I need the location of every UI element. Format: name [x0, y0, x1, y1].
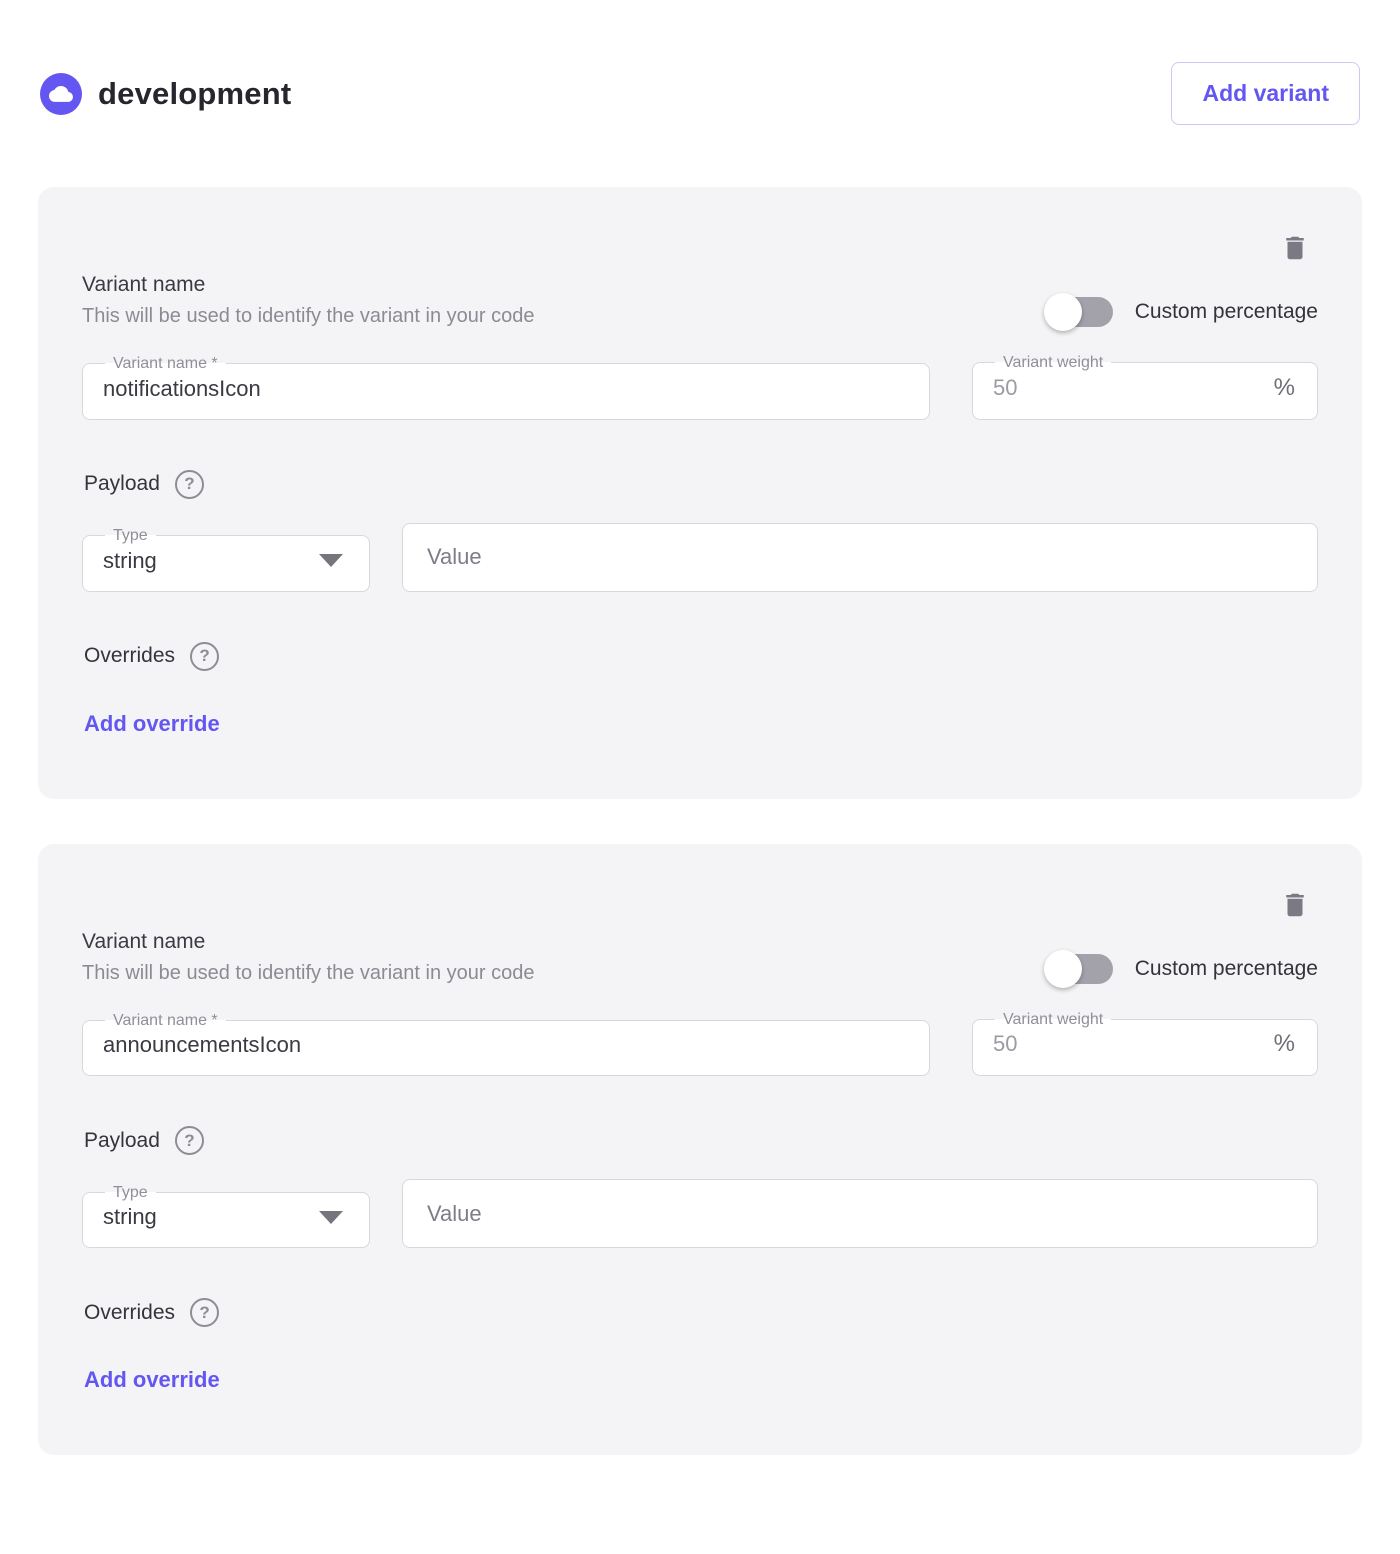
card-actions	[82, 233, 1310, 263]
payload-value-input[interactable]	[402, 523, 1318, 592]
variant-name-heading: Variant name	[82, 930, 534, 954]
variant-name-field: Variant name *	[82, 1012, 930, 1077]
variant-weight-inner: %	[989, 372, 1301, 419]
overrides-help-icon[interactable]: ?	[190, 1298, 219, 1327]
name-weight-row: Variant name * Variant weight %	[82, 1011, 1318, 1077]
variant-name-header: Variant name This will be used to identi…	[82, 273, 534, 328]
overrides-heading: Overrides	[84, 1301, 175, 1325]
toggle-knob	[1044, 950, 1082, 988]
type-select-display: string	[99, 545, 353, 591]
add-override-link[interactable]: Add override	[84, 1367, 220, 1393]
custom-percentage-label: Custom percentage	[1135, 957, 1318, 981]
page-header: development Add variant	[40, 62, 1360, 125]
payload-heading: Payload	[84, 1129, 160, 1153]
variant-weight-inner: %	[989, 1028, 1301, 1075]
overrides-heading: Overrides	[84, 644, 175, 668]
type-selected-value: string	[103, 1204, 157, 1230]
percent-suffix: %	[1274, 1030, 1301, 1075]
variant-name-header: Variant name This will be used to identi…	[82, 930, 534, 985]
variant-name-input[interactable]	[99, 1029, 913, 1075]
trash-icon	[1280, 908, 1310, 923]
payload-type-select[interactable]: Type string	[82, 527, 370, 592]
add-variant-button[interactable]: Add variant	[1171, 62, 1360, 125]
delete-variant-button[interactable]	[1280, 890, 1310, 920]
payload-heading: Payload	[84, 472, 160, 496]
variant-name-input[interactable]	[99, 373, 913, 419]
chevron-down-icon	[319, 554, 343, 567]
variant-card: Variant name This will be used to identi…	[38, 187, 1362, 799]
variant-card: Variant name This will be used to identi…	[38, 844, 1362, 1456]
type-selected-value: string	[103, 548, 157, 574]
custom-percentage-label: Custom percentage	[1135, 300, 1318, 324]
overrides-section-label: Overrides ?	[84, 642, 1318, 671]
variant-weight-field: Variant weight %	[972, 354, 1318, 420]
variant-weight-input	[989, 1028, 1274, 1074]
variant-name-help-text: This will be used to identify the varian…	[82, 962, 534, 985]
chevron-down-icon	[319, 1211, 343, 1224]
overrides-help-icon[interactable]: ?	[190, 642, 219, 671]
type-field-label: Type	[105, 1184, 156, 1202]
custom-percentage-row: Custom percentage	[1047, 954, 1318, 985]
name-weight-row: Variant name * Variant weight %	[82, 354, 1318, 420]
overrides-section-label: Overrides ?	[84, 1298, 1318, 1327]
payload-section-label: Payload ?	[84, 470, 1318, 499]
variant-name-field-label: Variant name *	[105, 1012, 226, 1030]
payload-row: Type string	[82, 523, 1318, 592]
payload-row: Type string	[82, 1179, 1318, 1248]
payload-help-icon[interactable]: ?	[175, 1126, 204, 1155]
variant-name-field-label: Variant name *	[105, 355, 226, 373]
environment-page: development Add variant Variant name Thi…	[0, 0, 1400, 1533]
variant-name-help-text: This will be used to identify the varian…	[82, 305, 534, 328]
add-override-link[interactable]: Add override	[84, 711, 220, 737]
variant-name-heading: Variant name	[82, 273, 534, 297]
variant-name-header-row: Variant name This will be used to identi…	[82, 930, 1318, 985]
payload-help-icon[interactable]: ?	[175, 470, 204, 499]
card-actions	[82, 890, 1310, 920]
type-field-label: Type	[105, 527, 156, 545]
payload-value-input[interactable]	[402, 1179, 1318, 1248]
delete-variant-button[interactable]	[1280, 233, 1310, 263]
variant-weight-field-label: Variant weight	[995, 1011, 1111, 1029]
type-select-display: string	[99, 1201, 353, 1247]
variant-name-header-row: Variant name This will be used to identi…	[82, 273, 1318, 328]
variant-weight-field-label: Variant weight	[995, 354, 1111, 372]
variant-weight-field: Variant weight %	[972, 1011, 1318, 1077]
variant-weight-input	[989, 372, 1274, 418]
custom-percentage-toggle[interactable]	[1047, 297, 1113, 327]
trash-icon	[1280, 251, 1310, 266]
page-title: development	[98, 76, 1171, 112]
custom-percentage-row: Custom percentage	[1047, 297, 1318, 328]
percent-suffix: %	[1274, 374, 1301, 419]
cloud-icon	[40, 73, 82, 115]
toggle-knob	[1044, 293, 1082, 331]
payload-type-select[interactable]: Type string	[82, 1184, 370, 1249]
payload-section-label: Payload ?	[84, 1126, 1318, 1155]
custom-percentage-toggle[interactable]	[1047, 954, 1113, 984]
variant-name-field: Variant name *	[82, 355, 930, 420]
